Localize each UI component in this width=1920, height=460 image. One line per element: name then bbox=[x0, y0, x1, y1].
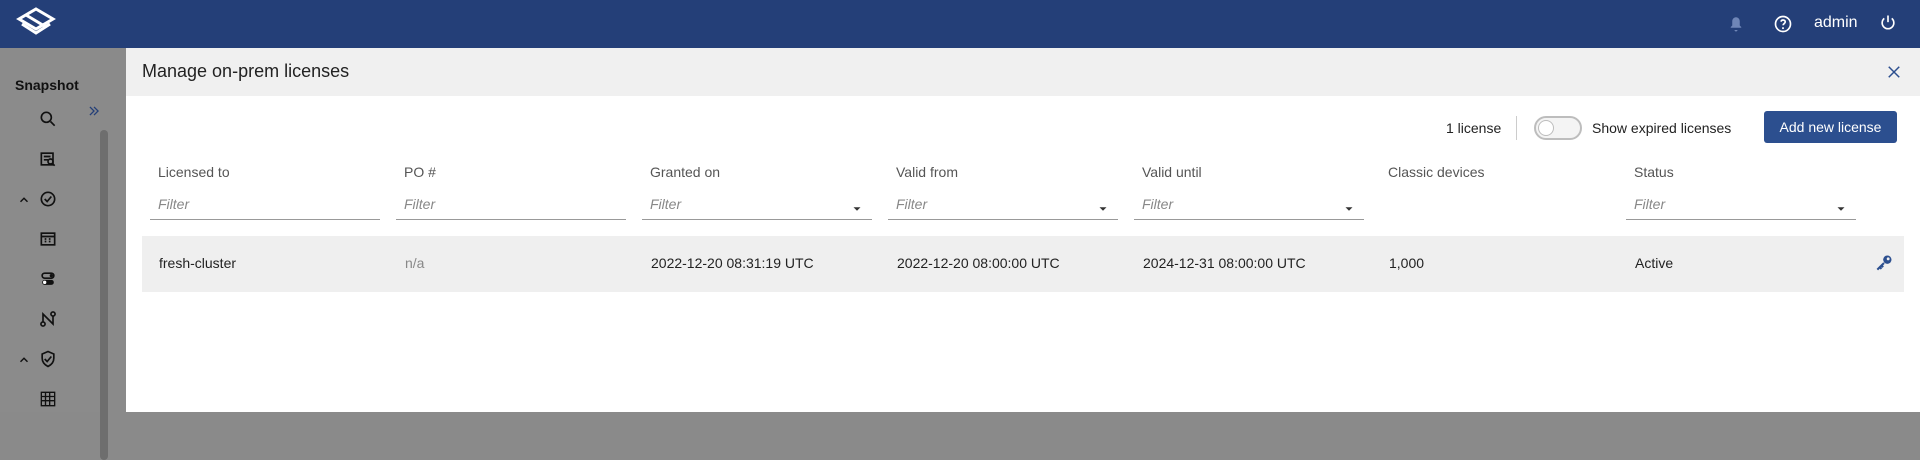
header-valid-from[interactable]: Valid from bbox=[896, 164, 958, 180]
sidebar-content: Snapshot bbox=[0, 48, 100, 412]
search-list-icon[interactable] bbox=[37, 148, 59, 170]
header-classic-devices[interactable]: Classic devices bbox=[1388, 164, 1484, 180]
bell-icon[interactable] bbox=[1726, 14, 1746, 34]
search-icon[interactable] bbox=[37, 108, 59, 130]
cell-granted-on: 2022-12-20 08:31:19 UTC bbox=[651, 255, 814, 271]
header-valid-until[interactable]: Valid until bbox=[1142, 164, 1202, 180]
cell-valid-from: 2022-12-20 08:00:00 UTC bbox=[897, 255, 1060, 271]
filter-status[interactable]: Filter bbox=[1626, 190, 1856, 220]
chevron-down-icon bbox=[1834, 197, 1848, 211]
toolbar-divider bbox=[1516, 116, 1517, 140]
cell-classic-devices: 1,000 bbox=[1389, 255, 1425, 271]
grid-icon[interactable] bbox=[37, 388, 59, 410]
shield-check-icon[interactable] bbox=[37, 348, 59, 370]
graph-icon[interactable] bbox=[37, 308, 59, 330]
modal-header: Manage on-prem licenses bbox=[126, 48, 1920, 96]
toggle-knob bbox=[1538, 120, 1554, 136]
cell-licensed-to: fresh-cluster bbox=[159, 255, 237, 271]
filter-valid-from[interactable]: Filter bbox=[888, 190, 1118, 220]
filter-granted-on[interactable]: Filter bbox=[642, 190, 872, 220]
license-count: 1 license bbox=[1446, 120, 1502, 136]
sidebar: Snapshot bbox=[0, 48, 108, 460]
add-new-license-button[interactable]: Add new license bbox=[1764, 111, 1897, 143]
help-icon[interactable] bbox=[1773, 14, 1793, 34]
cell-po: n/a bbox=[405, 255, 425, 271]
cell-valid-until: 2024-12-31 08:00:00 UTC bbox=[1143, 255, 1306, 271]
filter-po[interactable]: Filter bbox=[396, 190, 626, 220]
manage-licenses-modal: Manage on-prem licenses bbox=[126, 48, 1920, 412]
show-expired-label: Show expired licenses bbox=[1592, 120, 1732, 136]
header-licensed-to[interactable]: Licensed to bbox=[158, 164, 230, 180]
chevron-down-icon bbox=[1096, 197, 1110, 211]
top-navigation-bar: admin bbox=[0, 0, 1920, 48]
filter-placeholder: Filter bbox=[1142, 196, 1174, 212]
toggle-icon[interactable] bbox=[37, 268, 59, 290]
filter-placeholder: Filter bbox=[896, 196, 928, 212]
collapse-icon[interactable] bbox=[17, 193, 31, 207]
sidebar-scrollbar[interactable] bbox=[100, 130, 108, 460]
cell-status: Active bbox=[1635, 255, 1674, 271]
key-icon[interactable] bbox=[1874, 253, 1894, 273]
check-circle-icon[interactable] bbox=[37, 188, 59, 210]
show-expired-toggle[interactable] bbox=[1534, 116, 1582, 140]
filter-placeholder: Filter bbox=[1634, 196, 1666, 212]
table-row[interactable]: fresh-cluster n/a 2022-12-20 08:31:19 UT… bbox=[142, 236, 1904, 292]
sidebar-title: Snapshot bbox=[15, 77, 79, 93]
header-granted-on[interactable]: Granted on bbox=[650, 164, 720, 180]
power-icon[interactable] bbox=[1878, 13, 1898, 33]
header-po[interactable]: PO # bbox=[404, 164, 436, 180]
chevron-down-icon bbox=[850, 197, 864, 211]
modal-title: Manage on-prem licenses bbox=[142, 61, 350, 81]
filter-licensed-to[interactable]: Filter bbox=[150, 190, 380, 220]
logo-icon[interactable] bbox=[14, 6, 58, 42]
table-icon[interactable] bbox=[37, 228, 59, 250]
header-status[interactable]: Status bbox=[1634, 164, 1674, 180]
chevron-down-icon bbox=[1342, 197, 1356, 211]
filter-valid-until[interactable]: Filter bbox=[1134, 190, 1364, 220]
expand-sidebar-icon[interactable] bbox=[87, 104, 101, 118]
close-icon[interactable] bbox=[1885, 63, 1903, 81]
user-menu[interactable]: admin bbox=[1814, 13, 1858, 33]
filter-placeholder: Filter bbox=[650, 196, 682, 212]
collapse-icon[interactable] bbox=[17, 353, 31, 367]
